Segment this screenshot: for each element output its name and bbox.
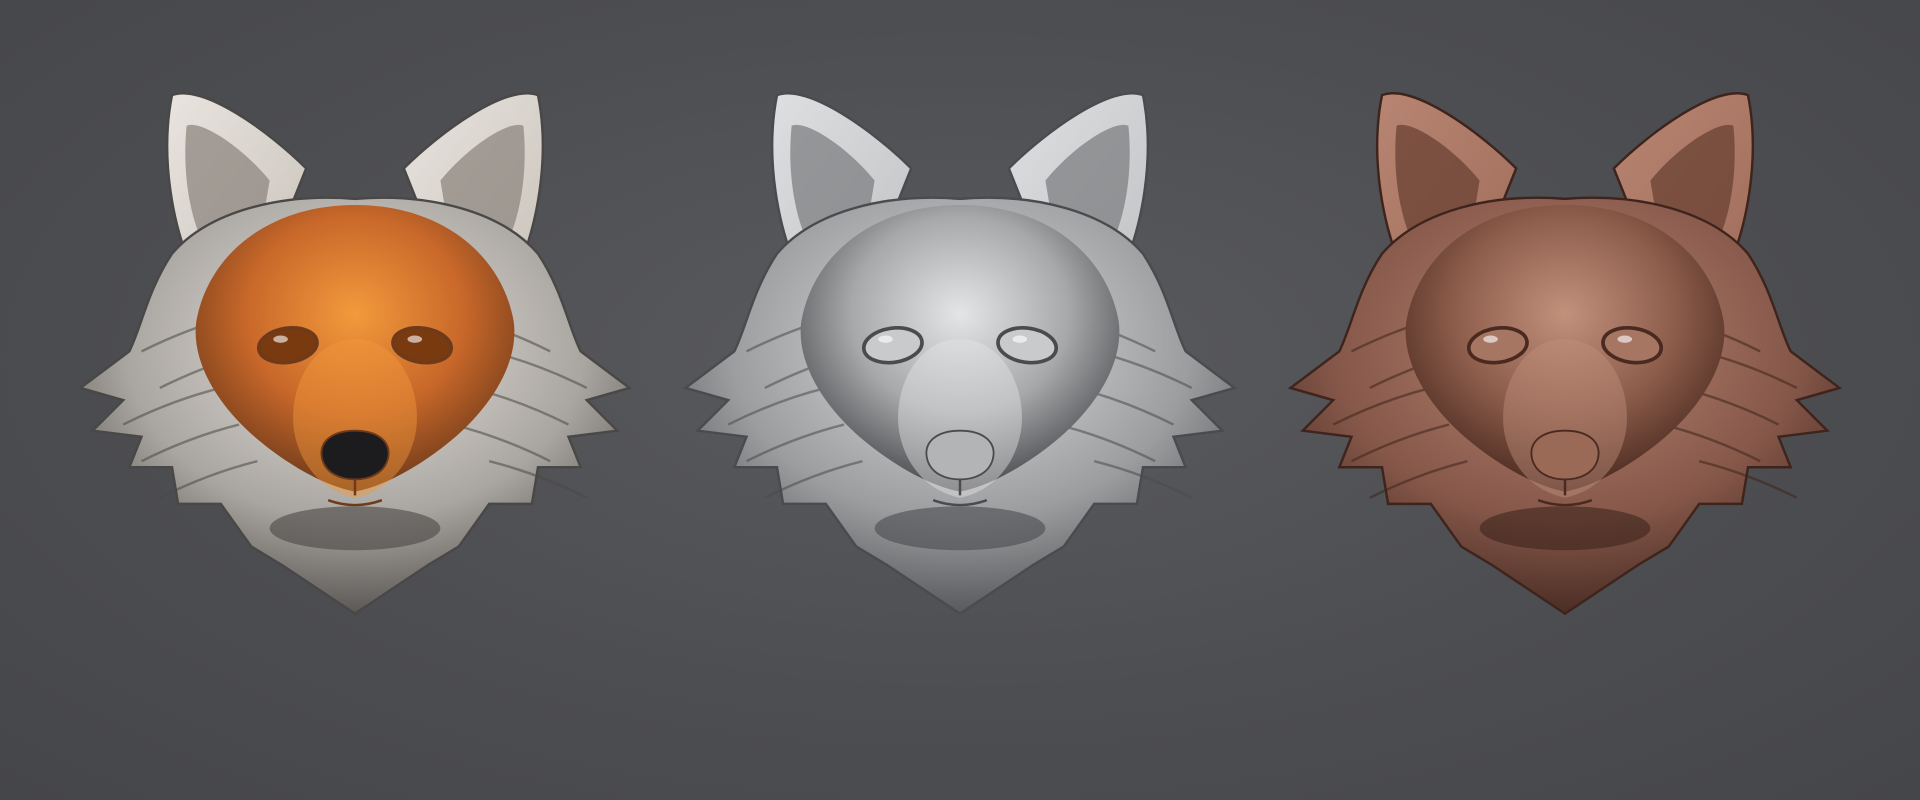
- fox-bust-painted: [77, 92, 633, 616]
- eye-highlight: [878, 335, 893, 343]
- eye-highlight: [1012, 335, 1028, 343]
- eye-highlight: [407, 335, 423, 343]
- render-stage: [0, 0, 1920, 800]
- chin-shadow: [874, 506, 1046, 551]
- chin-shadow: [1479, 506, 1651, 551]
- fox-bust-clay-brown: [1287, 92, 1843, 616]
- fox-bust-renders: [77, 92, 1843, 616]
- fox-nose: [1530, 429, 1600, 481]
- fox-nose: [925, 429, 995, 481]
- eye-highlight: [273, 335, 288, 343]
- eye-highlight: [1483, 335, 1498, 343]
- fox-bust-clay-grey: [682, 92, 1238, 616]
- chin-shadow: [269, 506, 441, 551]
- fox-nose: [320, 429, 390, 481]
- eye-highlight: [1617, 335, 1633, 343]
